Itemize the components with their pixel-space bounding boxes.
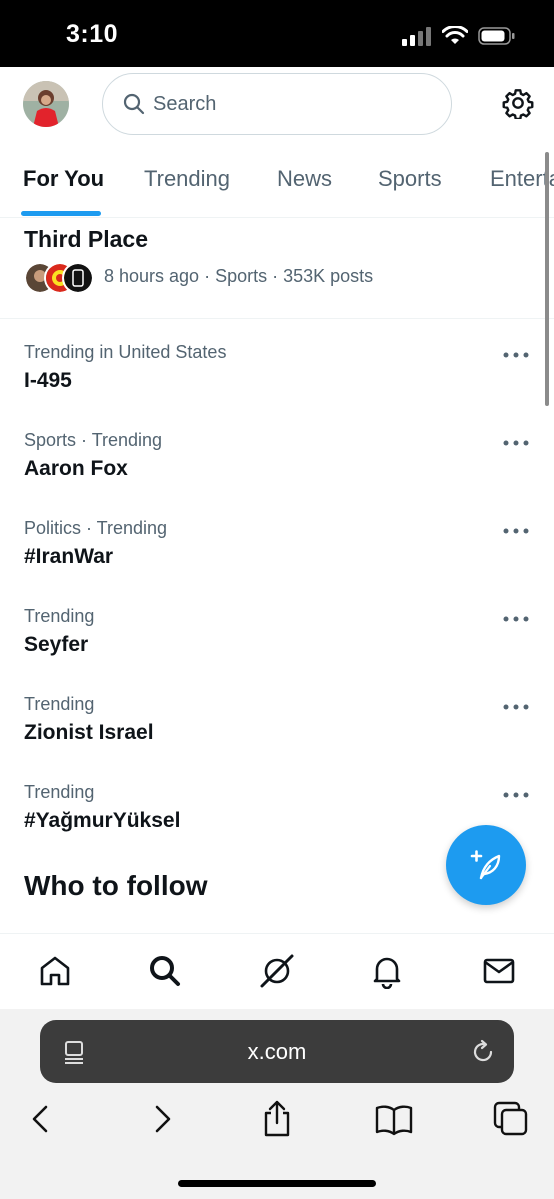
more-options-icon[interactable] — [503, 350, 529, 360]
trend-item[interactable]: Trending in United States I-495 — [0, 342, 554, 430]
search-placeholder: Search — [153, 92, 217, 115]
trend-title: Seyfer — [24, 633, 89, 656]
wifi-icon — [442, 26, 468, 44]
status-icons — [402, 26, 516, 46]
bottom-nav — [0, 933, 554, 1009]
gear-icon[interactable] — [502, 87, 534, 119]
trend-title: Zionist Israel — [24, 721, 154, 744]
team-logo-icon — [62, 262, 94, 294]
back-icon[interactable] — [22, 1099, 62, 1139]
url-text: x.com — [247, 1039, 307, 1064]
trend-item[interactable]: Politics · Trending #IranWar — [0, 518, 554, 606]
grok-icon[interactable] — [259, 953, 295, 989]
home-indicator — [178, 1180, 376, 1187]
browser-chrome: x.com — [0, 1009, 554, 1199]
reload-icon[interactable] — [470, 1039, 496, 1065]
forward-icon[interactable] — [141, 1099, 181, 1139]
compose-post-button[interactable] — [446, 825, 526, 905]
trend-meta: Sports · Trending — [24, 430, 163, 450]
active-tab-indicator — [21, 211, 101, 216]
trend-meta: Trending — [24, 606, 95, 626]
tab-news[interactable]: News — [277, 166, 332, 192]
tab-for-you[interactable]: For You — [23, 166, 104, 192]
tab-trending[interactable]: Trending — [144, 166, 230, 192]
status-bar: 3:10 — [0, 0, 554, 67]
trend-title: #YağmurYüksel — [24, 809, 181, 832]
more-options-icon[interactable] — [503, 614, 529, 624]
search-input[interactable]: Search — [102, 73, 452, 135]
trend-title: Aaron Fox — [24, 457, 128, 480]
search-icon — [123, 93, 145, 115]
trend-title: I-495 — [24, 369, 72, 392]
trend-meta: Trending in United States — [24, 342, 227, 362]
explore-tabs: For You Trending News Sports Enterta — [0, 147, 554, 218]
news-item-meta: 8 hours ago · Sports · 353K posts — [104, 266, 374, 286]
avatar[interactable] — [23, 81, 69, 127]
trend-item[interactable]: Sports · Trending Aaron Fox — [0, 430, 554, 518]
more-options-icon[interactable] — [503, 702, 529, 712]
battery-icon — [478, 27, 515, 45]
search-icon[interactable] — [147, 953, 183, 989]
trend-meta: Politics · Trending — [24, 518, 168, 538]
trend-meta: Trending — [24, 694, 95, 714]
address-bar[interactable]: x.com — [40, 1020, 514, 1083]
home-icon[interactable] — [37, 953, 73, 989]
mail-icon[interactable] — [481, 953, 517, 989]
trend-title: #IranWar — [24, 545, 114, 568]
compose-feather-icon — [470, 850, 501, 880]
who-to-follow-heading: Who to follow — [24, 870, 208, 901]
news-item-title: Third Place — [24, 226, 148, 252]
status-time: 3:10 — [66, 20, 119, 48]
more-options-icon[interactable] — [503, 526, 529, 536]
trend-item[interactable]: Trending Zionist Israel — [0, 694, 554, 782]
tab-sports[interactable]: Sports — [378, 166, 442, 192]
tabs-icon[interactable] — [491, 1099, 531, 1139]
share-icon[interactable] — [257, 1099, 297, 1139]
trend-item[interactable]: Trending Seyfer — [0, 606, 554, 694]
bell-icon[interactable] — [369, 953, 405, 989]
signal-icon — [402, 27, 431, 46]
bookmarks-icon[interactable] — [374, 1099, 414, 1139]
more-options-icon[interactable] — [503, 438, 529, 448]
scrollbar[interactable] — [545, 152, 549, 406]
header: Search — [0, 67, 554, 147]
trend-meta: Trending — [24, 782, 95, 802]
news-item[interactable]: Third Place 8 hours ago · Sports · 353K … — [0, 218, 554, 319]
news-item-avatars — [24, 262, 94, 294]
more-options-icon[interactable] — [503, 790, 529, 800]
